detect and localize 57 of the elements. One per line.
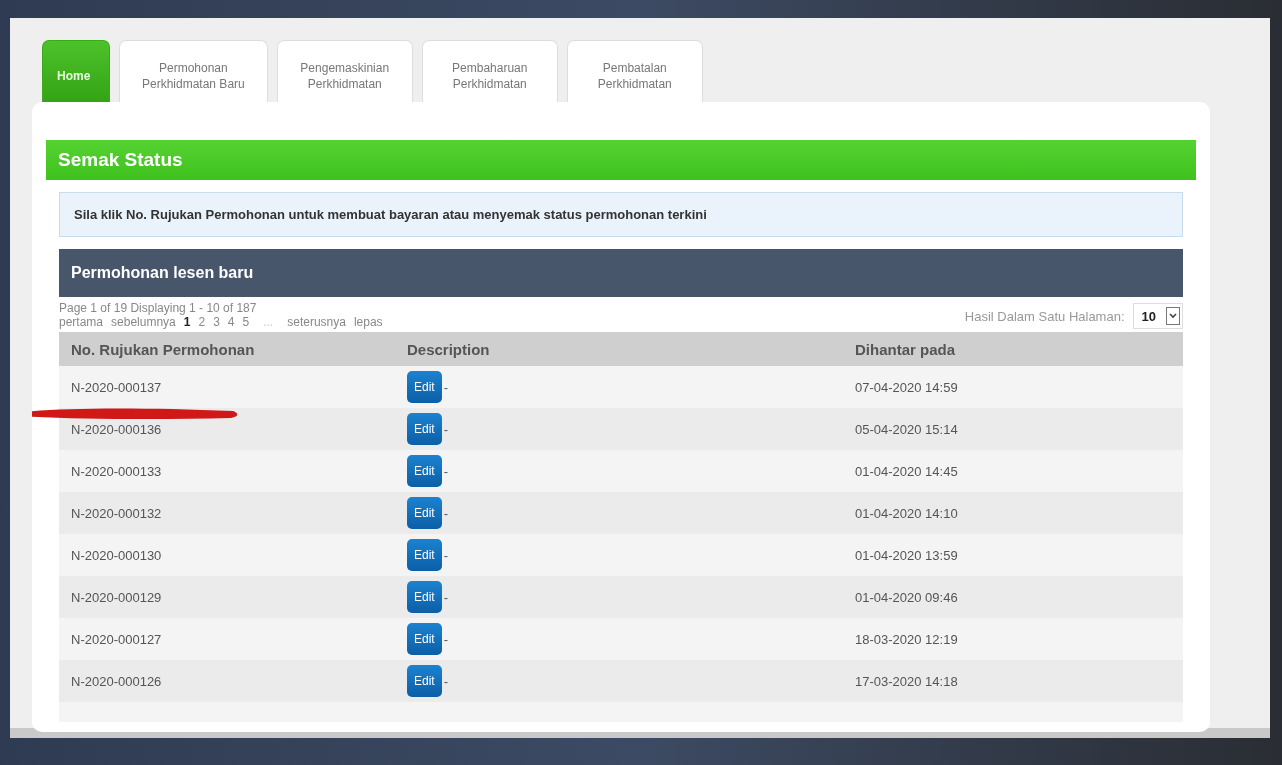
description-text: - bbox=[443, 589, 449, 605]
edit-button[interactable]: Edit bbox=[407, 623, 442, 655]
description-text: - bbox=[443, 379, 449, 395]
column-header: Description bbox=[407, 340, 491, 358]
reference-link[interactable]: N-2020-000132 bbox=[71, 505, 162, 521]
column-header: Dihantar pada bbox=[855, 340, 957, 358]
page-size-select[interactable]: 10 bbox=[1132, 303, 1183, 329]
info-message: Sila klik No. Rujukan Permohonan untuk membuat bayaran atau menyemak status permohonan terkini bbox=[59, 192, 1183, 237]
page-number-link[interactable]: 2 bbox=[198, 315, 206, 329]
column-header: No. Rujukan Permohonan bbox=[70, 340, 256, 358]
description-text: - bbox=[443, 463, 449, 479]
edit-button[interactable]: Edit bbox=[407, 455, 442, 487]
edit-button[interactable]: Edit bbox=[407, 539, 442, 571]
previous-page-link[interactable]: sebelumnya bbox=[111, 315, 176, 329]
ellipsis: ... bbox=[263, 315, 274, 329]
nav-tab[interactable]: Pembatalan Perkhidmatan bbox=[566, 40, 703, 102]
edit-button[interactable]: Edit bbox=[407, 665, 442, 697]
description-text: - bbox=[443, 673, 449, 689]
nav-tab[interactable]: Pengemaskinian Perkhidmatan bbox=[276, 40, 413, 102]
page-size-label: Hasil Dalam Satu Halaman: bbox=[964, 308, 1125, 324]
description-text: - bbox=[443, 421, 449, 437]
submitted-date: 17-03-2020 14:18 bbox=[855, 673, 959, 689]
submitted-date: 18-03-2020 12:19 bbox=[855, 631, 959, 647]
page-number-link[interactable]: 3 bbox=[213, 315, 220, 329]
page-number-link[interactable]: 1 bbox=[183, 315, 191, 329]
submitted-date: 01-04-2020 13:59 bbox=[855, 547, 959, 563]
page-summary: Page 1 of 19 Displaying 1 - 10 of 187 bbox=[59, 301, 258, 315]
submitted-date: 01-04-2020 14:45 bbox=[855, 463, 959, 479]
nav-tab[interactable]: Permohonan Perkhidmatan Baru bbox=[119, 40, 268, 102]
reference-link[interactable]: N-2020-000126 bbox=[71, 673, 162, 689]
page-number-link[interactable]: 4 bbox=[227, 315, 235, 329]
nav-tab[interactable]: Home bbox=[42, 40, 110, 102]
next-page-link[interactable]: seterusnya bbox=[287, 315, 346, 329]
description-text: - bbox=[443, 631, 449, 647]
edit-button[interactable]: Edit bbox=[407, 371, 442, 403]
submitted-date: 01-04-2020 14:10 bbox=[855, 505, 959, 521]
submitted-date: 01-04-2020 09:46 bbox=[855, 589, 959, 605]
reference-link[interactable]: N-2020-000133 bbox=[71, 463, 162, 479]
table-title: Permohonan lesen baru bbox=[59, 249, 1183, 297]
reference-link[interactable]: N-2020-000137 bbox=[71, 379, 162, 395]
last-page-link[interactable]: lepas bbox=[353, 315, 383, 329]
nav-tab[interactable]: Pembaharuan Perkhidmatan bbox=[421, 40, 558, 102]
page-number-link[interactable]: 5 bbox=[242, 315, 250, 329]
submitted-date: 05-04-2020 15:14 bbox=[855, 421, 959, 437]
reference-link[interactable]: N-2020-000130 bbox=[71, 547, 162, 563]
reference-link[interactable]: N-2020-000129 bbox=[71, 589, 162, 605]
reference-link[interactable]: N-2020-000136 bbox=[71, 421, 162, 437]
edit-button[interactable]: Edit bbox=[407, 413, 442, 445]
dropdown-icon bbox=[1166, 307, 1180, 325]
submitted-date: 07-04-2020 14:59 bbox=[855, 379, 959, 395]
reference-link[interactable]: N-2020-000127 bbox=[71, 631, 162, 647]
edit-button[interactable]: Edit bbox=[407, 581, 442, 613]
first-page-link[interactable]: pertama bbox=[59, 315, 104, 329]
description-text: - bbox=[443, 505, 449, 521]
description-text: - bbox=[443, 547, 449, 563]
edit-button[interactable]: Edit bbox=[407, 497, 442, 529]
section-title: Semak Status bbox=[46, 140, 1196, 180]
